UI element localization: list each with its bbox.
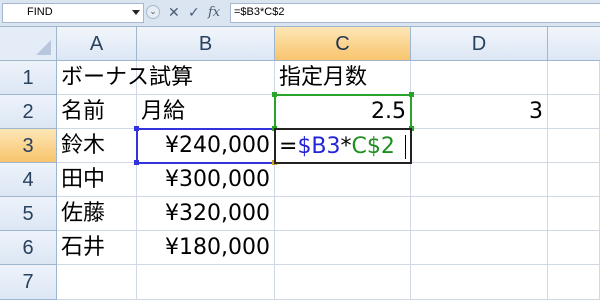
column-header-d[interactable]: D [411, 27, 548, 61]
cell-a4[interactable]: 田中 [57, 163, 137, 197]
cell-e7[interactable] [548, 265, 600, 300]
cell-b7[interactable] [137, 265, 275, 300]
text-caret [404, 135, 406, 159]
formula-ref-c2: C$2 [351, 134, 395, 159]
cell-b3-text: ¥240,000 [165, 133, 270, 158]
cell-c6[interactable] [275, 231, 411, 265]
name-box[interactable]: FIND [2, 3, 144, 23]
row-header-5[interactable]: 5 [0, 197, 57, 231]
row-header-6[interactable]: 6 [0, 231, 57, 265]
cell-c3-editor[interactable]: =$B3*C$2 [274, 128, 412, 164]
row-header-2[interactable]: 2 [0, 95, 57, 129]
cell-c1-text: 指定月数 [279, 65, 368, 90]
cell-d7[interactable] [411, 265, 548, 300]
cell-d4[interactable] [411, 163, 548, 197]
cell-e6[interactable] [548, 231, 600, 265]
formula-bar-buttons: ⌄ ✕ ✓ fx [146, 3, 228, 23]
column-header-c[interactable]: C [275, 27, 411, 61]
cell-c2-text: 2.5 [371, 99, 406, 124]
cell-a6-text: 石井 [61, 235, 106, 260]
row-header-3[interactable]: 3 [0, 129, 57, 163]
cell-a6[interactable]: 石井 [57, 231, 137, 265]
cell-b6[interactable]: ¥180,000 [137, 231, 275, 265]
cell-c3-formula: =$B3*C$2 [279, 130, 406, 163]
cell-d2-text: 3 [529, 99, 543, 124]
cell-a5-text: 佐藤 [61, 201, 106, 226]
row-header-4[interactable]: 4 [0, 163, 57, 197]
cell-b2-text: 月給 [141, 99, 186, 124]
worksheet-grid: A B C D 1 2 3 4 5 6 7 ボーナス試算 指定月数 名前 月給 … [0, 27, 600, 300]
cell-d1[interactable] [411, 61, 548, 95]
cell-b2[interactable]: 月給 [137, 95, 275, 129]
ref-c2-handle-tl[interactable] [272, 92, 277, 97]
cell-e2[interactable] [548, 95, 600, 129]
cell-c5[interactable] [275, 197, 411, 231]
row-header-7[interactable]: 7 [0, 265, 57, 300]
cell-d6[interactable] [411, 231, 548, 265]
cell-e5[interactable] [548, 197, 600, 231]
cell-a7[interactable] [57, 265, 137, 300]
name-box-dropdown-icon[interactable] [132, 10, 140, 15]
enter-icon[interactable]: ✓ [188, 3, 200, 23]
cell-e3[interactable] [548, 129, 600, 163]
cell-b4[interactable]: ¥300,000 [137, 163, 275, 197]
ref-b3-handle-tl[interactable] [134, 126, 139, 131]
formula-input[interactable]: =$B3*C$2 [230, 3, 600, 23]
formula-ref-b3: $B3 [297, 134, 341, 159]
cell-a3[interactable]: 鈴木 [57, 129, 137, 163]
cell-a4-text: 田中 [61, 167, 106, 192]
select-all-corner[interactable] [0, 27, 57, 61]
cancel-icon[interactable]: ✕ [168, 3, 180, 23]
cell-b4-text: ¥300,000 [165, 167, 270, 192]
cell-b3[interactable]: ¥240,000 [137, 129, 275, 163]
cell-d5[interactable] [411, 197, 548, 231]
cell-d2[interactable]: 3 [411, 95, 548, 129]
cell-b5[interactable]: ¥320,000 [137, 197, 275, 231]
row-header-1[interactable]: 1 [0, 61, 57, 95]
ref-b3-handle-bl[interactable] [134, 160, 139, 165]
ref-c2-handle-tr[interactable] [409, 92, 414, 97]
insert-function-icon[interactable]: fx [208, 3, 220, 23]
cell-e1[interactable] [548, 61, 600, 95]
cell-c7[interactable] [275, 265, 411, 300]
cell-b6-text: ¥180,000 [165, 235, 270, 260]
formula-bar: FIND ⌄ ✕ ✓ fx =$B3*C$2 [0, 0, 600, 27]
cell-c4[interactable] [275, 163, 411, 197]
cell-b1[interactable] [137, 61, 275, 95]
column-header-e[interactable] [548, 27, 600, 61]
cell-a2[interactable]: 名前 [57, 95, 137, 129]
cell-a5[interactable]: 佐藤 [57, 197, 137, 231]
cell-e4[interactable] [548, 163, 600, 197]
select-all-icon [36, 40, 51, 55]
formula-text: =$B3*C$2 [234, 6, 285, 18]
name-box-value: FIND [27, 6, 53, 18]
cell-b5-text: ¥320,000 [165, 201, 270, 226]
cell-c2[interactable]: 2.5 [275, 95, 411, 129]
formula-equals: = [279, 134, 298, 159]
cell-a1[interactable]: ボーナス試算 [57, 61, 193, 95]
cell-a3-text: 鈴木 [61, 133, 106, 158]
column-header-a[interactable]: A [57, 27, 137, 61]
formula-operator: * [340, 134, 352, 159]
cell-c1[interactable]: 指定月数 [275, 61, 411, 95]
cell-d3[interactable] [411, 129, 548, 163]
cell-a2-text: 名前 [61, 99, 106, 124]
expand-formula-icon[interactable]: ⌄ [146, 5, 160, 19]
column-header-b[interactable]: B [137, 27, 275, 61]
